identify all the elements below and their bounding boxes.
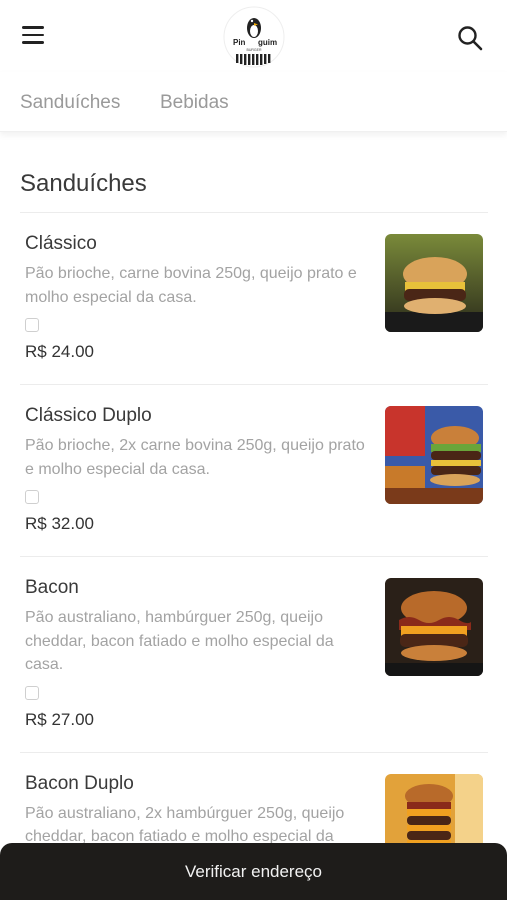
product-item-classico[interactable]: Clássico Pão brioche, carne bovina 250g,… [20, 212, 488, 384]
tab-bebidas[interactable]: Bebidas [160, 92, 229, 114]
product-checkbox[interactable] [25, 318, 39, 332]
tab-sanduiches[interactable]: Sanduíches [20, 92, 120, 114]
logo-sub-text: BURGER [247, 48, 262, 52]
top-app-bar: Pin guim BURGER [0, 0, 507, 72]
product-price: R$ 24.00 [25, 342, 94, 361]
product-list: Clássico Pão brioche, carne bovina 250g,… [20, 212, 488, 900]
hamburger-menu-icon[interactable] [22, 26, 48, 46]
product-description: Pão brioche, 2x carne bovina 250g, queij… [25, 437, 365, 478]
product-description: Pão brioche, carne bovina 250g, queijo p… [25, 265, 357, 306]
product-image [385, 578, 483, 676]
product-image [385, 406, 483, 504]
product-checkbox[interactable] [25, 490, 39, 504]
product-description: Pão australiano, hambúrguer 250g, queijo… [25, 609, 334, 673]
search-icon[interactable] [456, 24, 484, 52]
pinguim-burger-logo[interactable]: Pin guim BURGER [223, 6, 285, 68]
section-title: Sanduíches [20, 170, 147, 197]
verify-address-button[interactable]: Verificar endereço [0, 843, 507, 900]
logo-text-right: guim [258, 38, 277, 47]
verify-address-label: Verificar endereço [184, 862, 323, 881]
category-tabs: Sanduíches Bebidas [0, 72, 507, 132]
product-image [385, 234, 483, 332]
product-price: R$ 32.00 [25, 514, 94, 533]
product-checkbox[interactable] [25, 685, 39, 700]
logo-text-left: Pin [233, 38, 246, 47]
product-item-bacon[interactable]: Bacon Pão australiano, hambúrguer 250g, … [20, 556, 488, 752]
product-price: R$ 27.00 [25, 709, 94, 729]
product-item-classico-duplo[interactable]: Clássico Duplo Pão brioche, 2x carne bov… [20, 384, 488, 556]
